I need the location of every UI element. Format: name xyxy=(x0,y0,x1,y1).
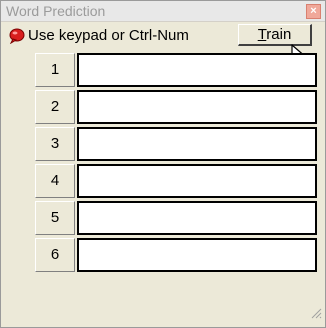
word-prediction-window: Word Prediction × Use keypad or Ctrl-Num… xyxy=(0,0,326,328)
prediction-key-button-1[interactable]: 1 xyxy=(35,53,75,87)
prediction-row-6: 6 xyxy=(35,238,317,272)
prediction-row-2: 2 xyxy=(35,90,317,124)
prediction-slot-1[interactable] xyxy=(77,53,317,87)
prediction-row-5: 5 xyxy=(35,201,317,235)
prediction-row-1: 1 xyxy=(35,53,317,87)
instruction-text: Use keypad or Ctrl-Num xyxy=(28,27,189,44)
prediction-key-button-2[interactable]: 2 xyxy=(35,90,75,124)
prediction-slot-5[interactable] xyxy=(77,201,317,235)
prediction-slot-3[interactable] xyxy=(77,127,317,161)
prediction-key-button-6[interactable]: 6 xyxy=(35,238,75,272)
window-title: Word Prediction xyxy=(6,3,106,19)
prediction-slot-6[interactable] xyxy=(77,238,317,272)
red-bubble-icon xyxy=(9,28,25,49)
prediction-key-button-4[interactable]: 4 xyxy=(35,164,75,198)
prediction-slot-4[interactable] xyxy=(77,164,317,198)
prediction-key-button-3[interactable]: 3 xyxy=(35,127,75,161)
close-icon[interactable]: × xyxy=(306,4,321,19)
prediction-row-3: 3 xyxy=(35,127,317,161)
train-button[interactable]: Train xyxy=(238,24,312,46)
resize-grip-icon[interactable] xyxy=(310,306,322,324)
prediction-slot-2[interactable] xyxy=(77,90,317,124)
prediction-list: 1 2 3 4 5 6 xyxy=(35,53,317,308)
prediction-row-4: 4 xyxy=(35,164,317,198)
prediction-key-button-5[interactable]: 5 xyxy=(35,201,75,235)
title-bar[interactable]: Word Prediction × xyxy=(1,1,325,22)
instruction-row: Use keypad or Ctrl-Num Train xyxy=(1,21,325,51)
